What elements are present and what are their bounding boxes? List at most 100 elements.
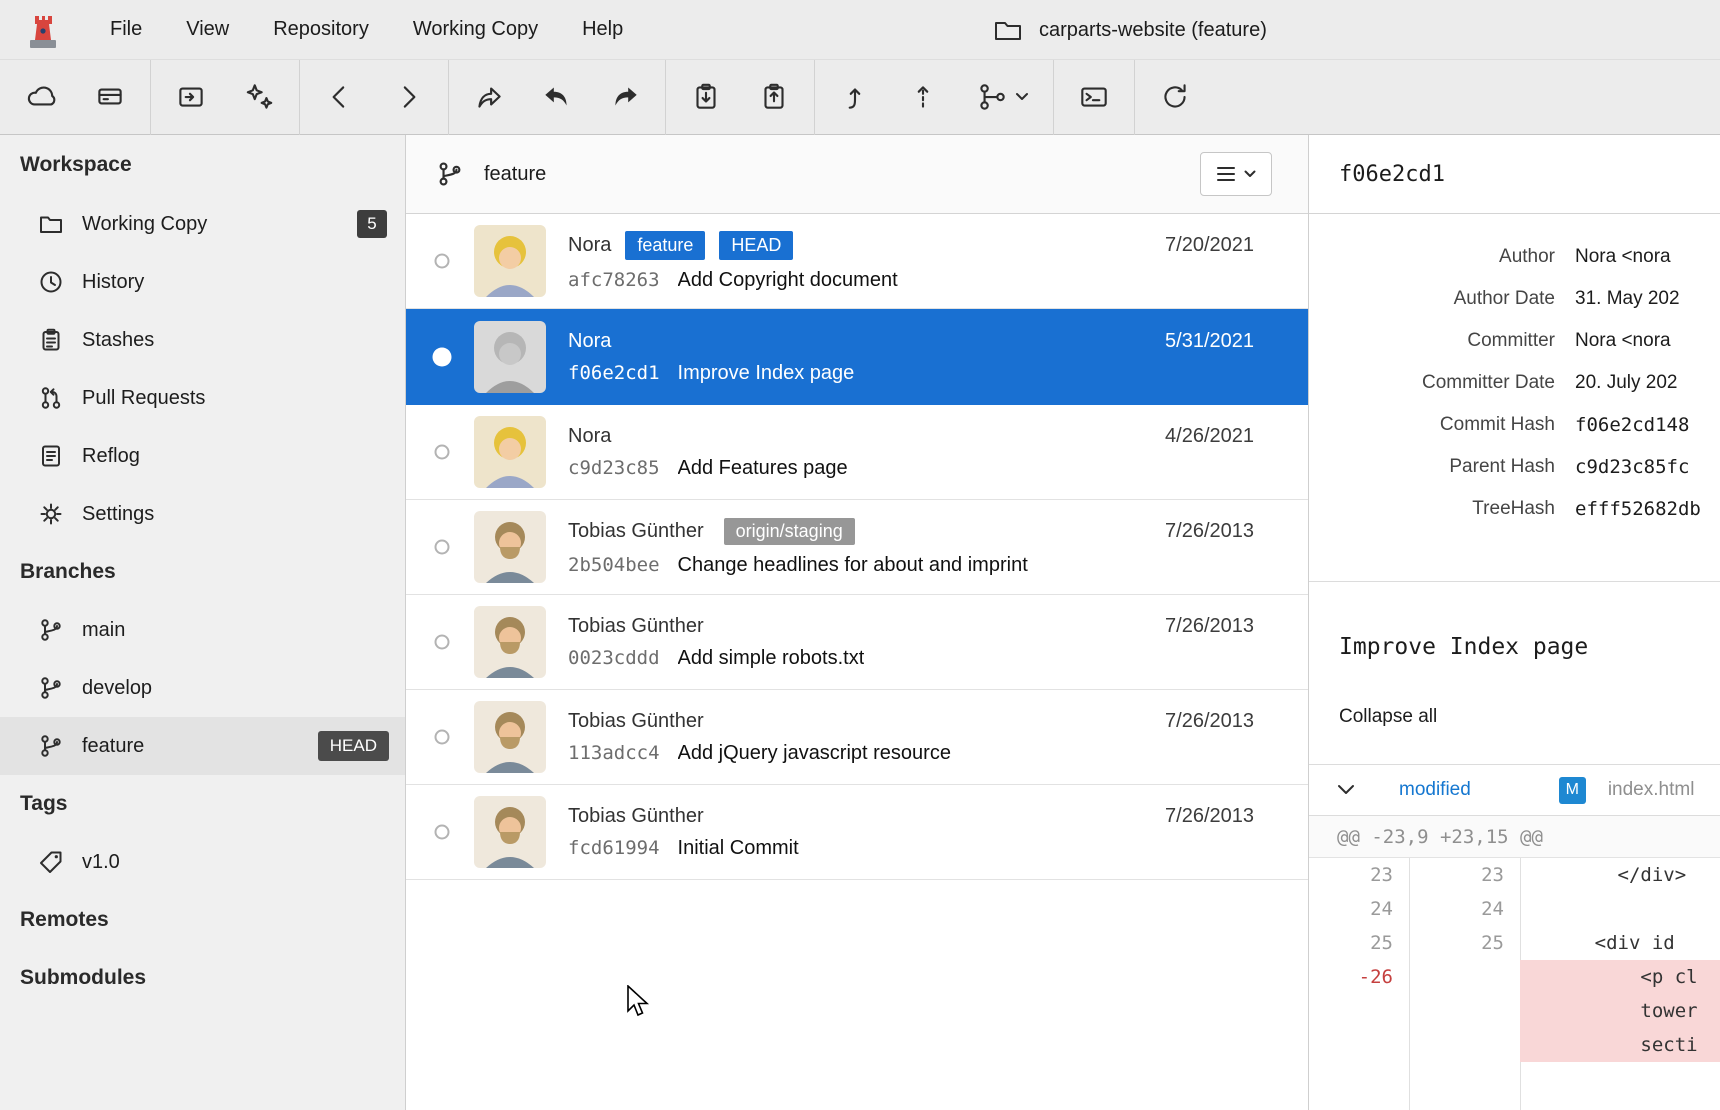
field-value: Nora <nora [1575,330,1671,352]
chevron-down-icon [1337,784,1355,796]
section-workspace[interactable]: Workspace [0,135,405,195]
field-value: efff52682db [1575,498,1701,520]
tower-window: File View Repository Working Copy Help c… [0,0,1720,1110]
old-line-number: 24 [1309,898,1409,920]
diff-code: <div id [1520,926,1720,960]
diff-code: <p cl [1520,960,1720,994]
commit-message: Add Copyright document [678,269,898,292]
commit-list-header: feature [406,135,1308,214]
pull-button[interactable] [824,66,886,128]
sidebar-item-label: Reflog [82,445,140,468]
checkout-button[interactable] [458,66,520,128]
open-repository-icon [174,80,208,114]
sidebar-item-stashes[interactable]: Stashes [0,311,405,369]
redo-button[interactable] [594,66,656,128]
commit-row[interactable]: Nora feature HEAD 7/20/2021 afc78263 Add… [406,214,1308,309]
sidebar-item-label: main [82,619,125,642]
push-button[interactable] [892,66,954,128]
commit-row-selected[interactable]: Nora 5/31/2021 f06e2cd1 Improve Index pa… [406,309,1308,405]
diff-code [1520,892,1720,926]
menu-view[interactable]: View [164,0,251,60]
quick-actions-button[interactable] [228,66,290,128]
save-stash-button[interactable] [675,66,737,128]
open-repository-button[interactable] [160,66,222,128]
commit-author: Nora [568,234,611,257]
section-branches[interactable]: Branches [0,543,405,601]
sidebar-item-reflog[interactable]: Reflog [0,427,405,485]
fetch-button[interactable] [11,66,73,128]
apply-stash-button[interactable] [743,66,805,128]
avatar [474,606,546,678]
branch-icon [38,617,64,643]
modified-badge: M [1559,777,1586,804]
field-label: Author [1309,246,1555,268]
history-icon [38,269,64,295]
avatar [474,416,546,488]
share-arrow-icon [472,80,506,114]
new-line-number: 24 [1409,898,1520,920]
commit-row[interactable]: Tobias Günther origin/staging 7/26/2013 … [406,500,1308,595]
avatar [474,321,546,393]
commit-hash: afc78263 [568,269,660,291]
sidebar-item-branch-main[interactable]: main [0,601,405,659]
commit-date: 7/26/2013 [1165,615,1254,638]
changed-file-row[interactable]: modified M index.html [1309,764,1720,816]
commit-message: Add Features page [678,457,848,480]
head-badge: HEAD [719,231,793,260]
diff-line-removed: -26 <p cl [1309,960,1720,994]
diff-line: 24 24 [1309,892,1720,926]
commit-message: Improve Index page [678,362,855,385]
commit-hash: 0023cddd [568,647,660,669]
terminal-icon [1077,80,1111,114]
diff-view[interactable]: 23 23 </div> 24 24 25 25 <div id -26 [1309,858,1720,1110]
avatar [474,796,546,868]
commit-date: 5/31/2021 [1165,330,1254,353]
commit-date: 7/20/2021 [1165,234,1254,257]
folder-icon [993,17,1023,43]
toolbar-separator [814,60,815,135]
commit-hash: fcd61994 [568,837,660,859]
menu-file[interactable]: File [88,0,164,60]
section-tags[interactable]: Tags [0,775,405,833]
graph-node-icon [435,445,450,460]
commit-message: Initial Commit [678,837,799,860]
merge-button[interactable] [960,66,1044,128]
pull-icon [838,80,872,114]
tag-icon [38,849,64,875]
menu-repository[interactable]: Repository [251,0,391,60]
back-button[interactable] [309,66,371,128]
sidebar-item-tag-v1[interactable]: v1.0 [0,833,405,891]
commit-row[interactable]: Nora 4/26/2021 c9d23c85 Add Features pag… [406,405,1308,500]
terminal-button[interactable] [1063,66,1125,128]
commit-row[interactable]: Tobias Günther 7/26/2013 113adcc4 Add jQ… [406,690,1308,785]
chevron-down-icon [1244,170,1256,178]
sidebar-item-branch-feature[interactable]: feature HEAD [0,717,405,775]
sidebar-item-settings[interactable]: Settings [0,485,405,543]
commit-author: Nora [568,425,611,448]
refresh-button[interactable] [1144,66,1206,128]
device-button[interactable] [79,66,141,128]
list-options-button[interactable] [1200,152,1272,196]
branch-icon [38,675,64,701]
remote-branch-badge: origin/staging [724,518,855,545]
forward-button[interactable] [377,66,439,128]
section-submodules[interactable]: Submodules [0,949,405,1007]
diff-line: 23 23 </div> [1309,858,1720,892]
sidebar-item-pull-requests[interactable]: Pull Requests [0,369,405,427]
change-count-badge: 5 [357,210,387,238]
commit-row[interactable]: Tobias Günther 7/26/2013 0023cddd Add si… [406,595,1308,690]
field-label: Commit Hash [1309,414,1555,436]
commit-row[interactable]: Tobias Günther 7/26/2013 fcd61994 Initia… [406,785,1308,880]
sidebar-item-branch-develop[interactable]: develop [0,659,405,717]
menu-working-copy[interactable]: Working Copy [391,0,560,60]
undo-button[interactable] [526,66,588,128]
sidebar-item-label: Settings [82,503,154,526]
section-remotes[interactable]: Remotes [0,891,405,949]
graph-node-icon [435,825,450,840]
sidebar-item-history[interactable]: History [0,253,405,311]
commit-detail-panel: f06e2cd1 Author Nora <nora Author Date 3… [1308,135,1720,1110]
menu-help[interactable]: Help [560,0,645,60]
sidebar-item-working-copy[interactable]: Working Copy 5 [0,195,405,253]
collapse-all-link[interactable]: Collapse all [1339,706,1690,728]
commit-author: Tobias Günther [568,710,704,733]
